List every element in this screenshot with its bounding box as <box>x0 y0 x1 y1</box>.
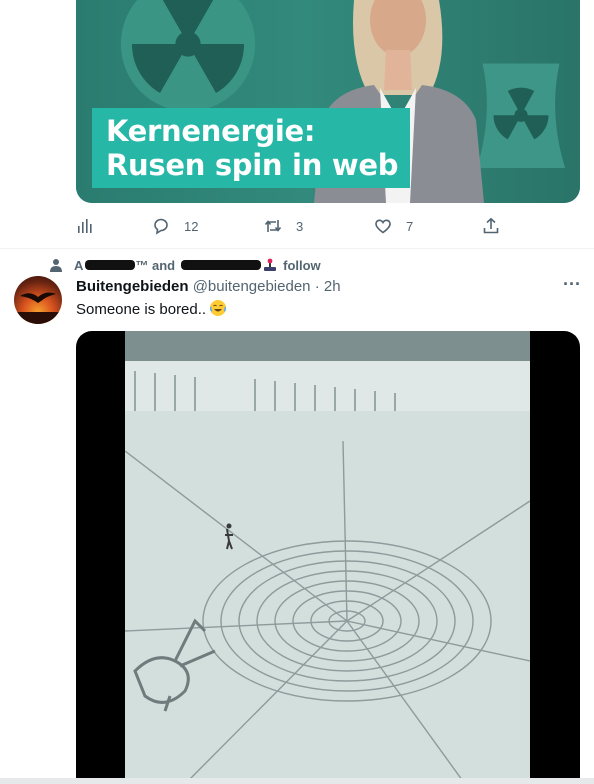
context-connector: ™ and <box>135 257 176 273</box>
like-button[interactable]: 7 <box>374 214 413 238</box>
reply-count: 12 <box>184 218 199 234</box>
media-caption-line-1: Kernenergie: <box>106 114 316 148</box>
context-follow-text: follow <box>283 257 321 273</box>
analytics-bar-icon <box>78 219 92 233</box>
bird-silhouette-icon <box>14 292 62 324</box>
media-caption-line-2: Rusen spin in web <box>106 148 399 182</box>
tweet-header: Buitengebieden @buitengebieden · 2h <box>76 278 341 295</box>
avatar[interactable] <box>14 276 62 324</box>
tweet-text-body: Someone is bored.. <box>76 301 207 318</box>
laughing-emoji-icon <box>210 300 227 316</box>
redacted-name-1 <box>85 260 136 270</box>
reply-button[interactable]: 12 <box>152 214 198 238</box>
tweet-text: Someone is bored.. <box>76 300 227 318</box>
speech-bubble-icon <box>154 218 168 235</box>
joystick-emoji-icon <box>264 258 277 271</box>
redacted-name-2 <box>181 260 262 270</box>
share-upload-icon <box>483 217 499 234</box>
context-name-1-visible: A <box>74 257 84 273</box>
analytics-button[interactable] <box>76 214 94 238</box>
retweet-count: 3 <box>296 218 304 234</box>
spider-web-snow-scene <box>125 331 530 784</box>
video-frame <box>125 331 530 784</box>
bottom-scroll-bar <box>0 778 594 784</box>
share-button[interactable] <box>482 214 500 238</box>
heart-icon <box>375 219 391 234</box>
tweet-divider <box>0 248 594 249</box>
social-context[interactable]: A ™ and follow <box>48 256 321 274</box>
author-handle[interactable]: @buitengebieden <box>193 278 311 295</box>
person-icon <box>50 259 62 272</box>
tweet-video[interactable] <box>76 331 580 784</box>
tweet-action-bar: 12 3 7 <box>76 214 580 238</box>
retweet-arrows-icon <box>264 220 282 232</box>
like-count: 7 <box>406 218 414 234</box>
more-dots-icon[interactable]: ··· <box>562 275 582 298</box>
author-display-name[interactable]: Buitengebieden <box>76 278 189 295</box>
retweet-button[interactable]: 3 <box>264 214 303 238</box>
tweet-timestamp[interactable]: 2h <box>324 278 341 295</box>
header-separator: · <box>314 278 320 295</box>
media-caption-box: Kernenergie: Rusen spin in web <box>92 108 410 188</box>
radiation-symbol-icon <box>120 0 256 112</box>
